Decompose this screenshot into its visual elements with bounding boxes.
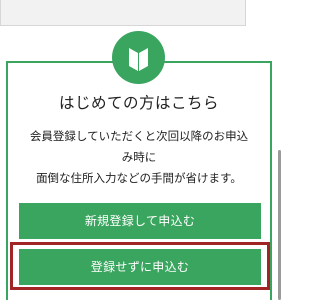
card-description-line: 面倒な住所入力などの手間が省けます。 bbox=[36, 171, 242, 185]
top-input-field[interactable] bbox=[0, 0, 246, 26]
register-and-apply-button[interactable]: 新規登録して申込む bbox=[19, 203, 261, 239]
beginner-mark-icon bbox=[112, 31, 165, 84]
scrollbar[interactable] bbox=[278, 150, 281, 300]
card-description-line: み時に bbox=[121, 150, 157, 164]
card-description-line: 会員登録していただくと次回以降のお申込 bbox=[29, 129, 249, 143]
page: はじめての方はこちら 会員登録していただくと次回以降のお申込 み時に 面倒な住所… bbox=[0, 0, 283, 300]
apply-without-registration-button[interactable]: 登録せずに申込む bbox=[19, 249, 261, 285]
card-heading: はじめての方はこちら bbox=[58, 94, 219, 112]
